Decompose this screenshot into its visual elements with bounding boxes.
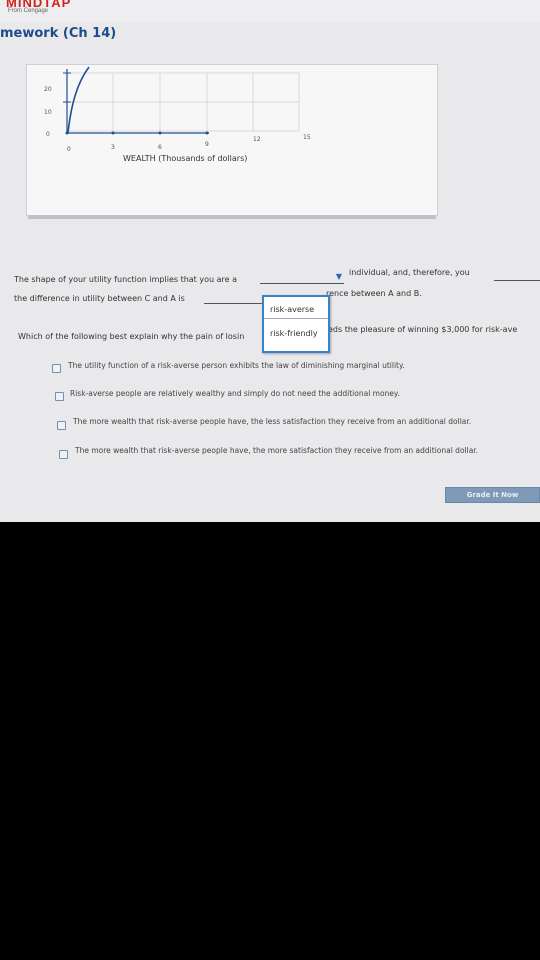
question1-text-part2: individual, and, therefore, you — [349, 268, 470, 277]
x-tick-label: 0 — [67, 146, 71, 153]
choice-2-label[interactable]: Risk-averse people are relatively wealth… — [70, 389, 400, 398]
x-tick-label: 6 — [158, 144, 162, 151]
risk-type-dropdown[interactable]: ▼ — [260, 271, 344, 284]
utility-curve — [67, 66, 90, 134]
dropdown-underline — [260, 283, 344, 284]
y-tick-label: 0 — [46, 131, 50, 138]
choice-2-checkbox[interactable] — [55, 392, 64, 401]
answer-blank-2[interactable] — [494, 280, 540, 281]
x-tick-label: 3 — [111, 144, 115, 151]
choice-3-label[interactable]: The more wealth that risk-averse people … — [73, 417, 471, 426]
dropdown-arrow-icon[interactable]: ▼ — [336, 272, 342, 281]
utility-graph-panel: 20 10 0 0 3 6 9 12 15 WEALTH (Thousands … — [26, 64, 438, 216]
question1-text-part3: the difference in utility between C and … — [14, 294, 185, 303]
choice-1-checkbox[interactable] — [52, 364, 61, 373]
choice-4-checkbox[interactable] — [59, 450, 68, 459]
choice-4-label[interactable]: The more wealth that risk-averse people … — [75, 446, 478, 455]
section-divider — [28, 215, 436, 219]
x-axis-label: WEALTH (Thousands of dollars) — [123, 154, 247, 163]
answer-blank-3[interactable] — [204, 303, 262, 304]
question1-text-part4: rence between A and B. — [326, 289, 422, 298]
y-tick-label: 10 — [44, 109, 52, 116]
top-bar: MINDTAP From Cengage — [0, 0, 540, 22]
utility-graph: 20 10 0 0 3 6 9 12 15 WEALTH (Thousands … — [44, 66, 311, 163]
choice-1-label[interactable]: The utility function of a risk-averse pe… — [68, 361, 405, 370]
x-tick-label: 9 — [205, 141, 209, 148]
x-tick-label: 12 — [253, 136, 261, 143]
question1-text-part1: The shape of your utility function impli… — [14, 275, 237, 284]
dropdown-option-risk-friendly[interactable]: risk-friendly — [264, 325, 328, 343]
app-screen: MINDTAP From Cengage mework (Ch 14) 20 1… — [0, 0, 540, 522]
grade-it-now-button[interactable]: Grade It Now — [445, 487, 540, 503]
question2-prompt-left: Which of the following best explain why … — [18, 332, 245, 341]
dropdown-option-risk-averse[interactable]: risk-averse — [264, 301, 328, 319]
x-tick-label: 15 — [303, 134, 311, 141]
brand-subtitle: From Cengage — [8, 8, 49, 14]
dropdown-menu: risk-averse risk-friendly — [262, 295, 330, 353]
page-title: mework (Ch 14) — [0, 26, 117, 41]
y-tick-label: 20 — [44, 86, 52, 93]
choice-3-checkbox[interactable] — [57, 421, 66, 430]
question2-prompt-right: eds the pleasure of winning $3,000 for r… — [328, 325, 518, 334]
